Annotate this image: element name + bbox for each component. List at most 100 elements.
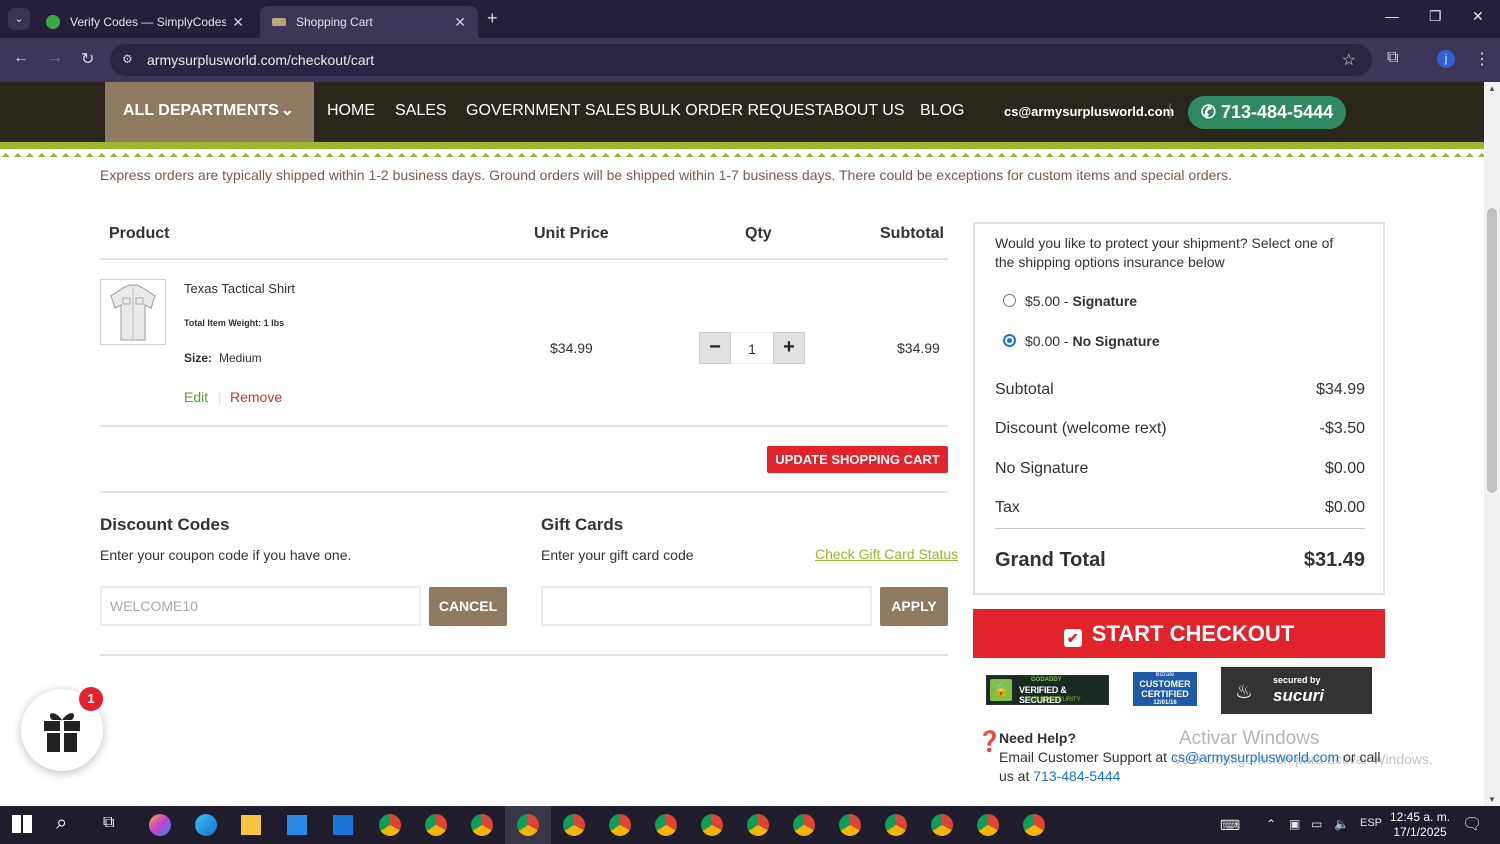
summary-value: -$3.50	[1319, 420, 1365, 437]
new-tab-plus-icon[interactable]: +	[487, 8, 498, 29]
system-clock[interactable]: 12:45 a. m. 17/1/2025	[1390, 810, 1450, 840]
chrome-icon[interactable]	[471, 814, 493, 836]
close-tab-icon[interactable]: ✕	[232, 14, 244, 31]
summary-label: No Signature	[995, 460, 1089, 477]
option-price: $0.00 -	[1025, 333, 1073, 349]
quantity-input[interactable]: 1	[731, 332, 773, 364]
nav-sales[interactable]: SALES	[395, 102, 447, 120]
volume-icon[interactable]: 🔈	[1334, 817, 1349, 831]
chrome-icon[interactable]	[379, 814, 401, 836]
windows-start-icon[interactable]	[12, 815, 32, 833]
reload-icon[interactable]: ↻	[81, 49, 94, 69]
option-price: $5.00 -	[1025, 293, 1073, 309]
tab-search-chevron-icon[interactable]: ⌄	[8, 8, 30, 30]
chrome-icon[interactable]	[931, 814, 953, 836]
apply-gift-card-button[interactable]: APPLY	[880, 587, 948, 626]
chrome-icon[interactable]	[609, 814, 631, 836]
close-tab-icon[interactable]: ✕	[454, 14, 466, 31]
column-header-unit-price: Unit Price	[534, 225, 609, 242]
increase-qty-button[interactable]: +	[773, 332, 805, 364]
chrome-icon[interactable]	[747, 814, 769, 836]
notifications-icon[interactable]: 🗨	[1462, 814, 1482, 834]
cancel-coupon-button[interactable]: CANCEL	[429, 587, 507, 626]
edit-item-link[interactable]: Edit	[184, 389, 208, 405]
search-icon[interactable]: ⌕	[56, 812, 67, 835]
site-info-icon[interactable]: ⚙	[122, 52, 133, 66]
scroll-down-arrow-icon[interactable]: ▼	[1488, 795, 1496, 804]
summary-row-no-signature: No Signature $0.00	[995, 460, 1365, 478]
signature-radio[interactable]	[1003, 294, 1016, 307]
minimize-icon[interactable]: —	[1385, 8, 1399, 24]
copilot-icon[interactable]	[149, 814, 171, 836]
help-phone-link[interactable]: 713-484-5444	[1033, 768, 1120, 784]
store-icon[interactable]	[287, 815, 307, 835]
header-divider: |	[1168, 102, 1173, 119]
summary-value: $34.99	[1316, 381, 1365, 398]
coupon-code-input[interactable]: WELCOME10	[100, 586, 421, 626]
browser-tab-shopping-cart[interactable]: Shopping Cart ✕	[260, 6, 478, 38]
page-scrollbar[interactable]: ▲ ▼	[1484, 82, 1500, 806]
chrome-icon[interactable]	[793, 814, 815, 836]
mail-icon[interactable]	[333, 815, 353, 835]
start-checkout-button[interactable]: ✔ START CHECKOUT	[973, 609, 1385, 658]
lock-icon: 🔒	[990, 679, 1012, 701]
forward-arrow-icon[interactable]: →	[47, 49, 63, 67]
header-zigzag-border	[0, 149, 1484, 157]
chrome-icon[interactable]	[885, 814, 907, 836]
no-signature-option-label[interactable]: $0.00 - No Signature	[1025, 333, 1160, 349]
url-text[interactable]: armysurplusworld.com/checkout/cart	[147, 52, 374, 68]
no-signature-radio[interactable]	[1003, 334, 1016, 347]
phone-call-button[interactable]: ✆ 713-484-5444	[1188, 96, 1346, 129]
bookmark-star-icon[interactable]: ☆	[1342, 50, 1356, 70]
address-bar[interactable]: ⚙ armysurplusworld.com/checkout/cart ☆	[110, 44, 1372, 76]
all-departments-menu[interactable]: ALL DEPARTMENTS ⌄	[105, 82, 314, 142]
sucuri-brand: sucuri	[1273, 686, 1325, 705]
order-summary-box: Would you like to protect your shipment?…	[973, 222, 1385, 595]
chrome-icon[interactable]	[977, 814, 999, 836]
checkout-label: START CHECKOUT	[1091, 621, 1295, 646]
meet-now-icon[interactable]: ▣	[1289, 817, 1300, 831]
godaddy-brand-text: GODADDY	[1031, 677, 1062, 683]
nav-bulk-order-request[interactable]: BULK ORDER REQUEST	[639, 102, 825, 120]
keyboard-icon[interactable]: ⌨	[1220, 817, 1240, 834]
product-name[interactable]: Texas Tactical Shirt	[184, 281, 295, 296]
browser-tab-simplycodes[interactable]: Verify Codes — SimplyCodes ✕	[34, 6, 256, 38]
decrease-qty-button[interactable]: −	[699, 332, 731, 364]
chrome-icon[interactable]	[655, 814, 677, 836]
update-shopping-cart-button[interactable]: UPDATE SHOPPING CART	[767, 446, 948, 473]
chrome-icon[interactable]	[517, 814, 539, 836]
check-gift-card-status-link[interactable]: Check Gift Card Status	[815, 546, 958, 562]
edge-icon[interactable]	[195, 814, 217, 836]
profile-avatar[interactable]: j	[1437, 50, 1455, 68]
task-view-icon[interactable]: ⧉	[103, 814, 114, 832]
remove-item-link[interactable]: Remove	[230, 389, 282, 405]
nav-government-sales[interactable]: GOVERNMENT SALES	[466, 102, 636, 120]
sucuri-secured-badge[interactable]: ♨ secured by sucuri	[1221, 667, 1372, 714]
restore-icon[interactable]: ❐	[1429, 8, 1442, 25]
network-icon[interactable]: ▭	[1311, 817, 1322, 831]
nav-about-us[interactable]: ABOUT US	[823, 102, 905, 120]
language-indicator[interactable]: ESP	[1360, 817, 1382, 829]
nav-blog[interactable]: BLOG	[920, 102, 964, 120]
extensions-puzzle-icon[interactable]: ⧉	[1387, 49, 1398, 67]
nav-home[interactable]: HOME	[327, 102, 375, 120]
option-name: No Signature	[1072, 333, 1160, 349]
chrome-icon[interactable]	[563, 814, 585, 836]
godaddy-verified-badge[interactable]: 🔒 GODADDY VERIFIED & SECURED VERIFY SECU…	[986, 675, 1109, 705]
bizrate-certified-badge[interactable]: Bizrate CUSTOMER CERTIFIED 12/01/16	[1133, 672, 1197, 706]
scrollbar-thumb[interactable]	[1487, 208, 1497, 493]
chrome-icon[interactable]	[425, 814, 447, 836]
chrome-icon[interactable]	[839, 814, 861, 836]
signature-option-label[interactable]: $5.00 - Signature	[1025, 293, 1137, 309]
file-explorer-icon[interactable]	[241, 815, 261, 835]
chrome-icon[interactable]	[701, 814, 723, 836]
close-window-icon[interactable]: ✕	[1472, 8, 1484, 25]
scroll-up-arrow-icon[interactable]: ▲	[1488, 84, 1496, 93]
back-arrow-icon[interactable]: ←	[13, 49, 29, 67]
gift-card-input[interactable]	[541, 586, 872, 626]
header-email-link[interactable]: cs@armysurplusworld.com	[1004, 104, 1174, 119]
product-thumbnail[interactable]	[100, 279, 166, 345]
chrome-icon[interactable]	[1023, 814, 1045, 836]
show-hidden-icons-chevron-icon[interactable]: ⌃	[1266, 817, 1276, 831]
browser-menu-icon[interactable]: ⋮	[1474, 49, 1490, 69]
